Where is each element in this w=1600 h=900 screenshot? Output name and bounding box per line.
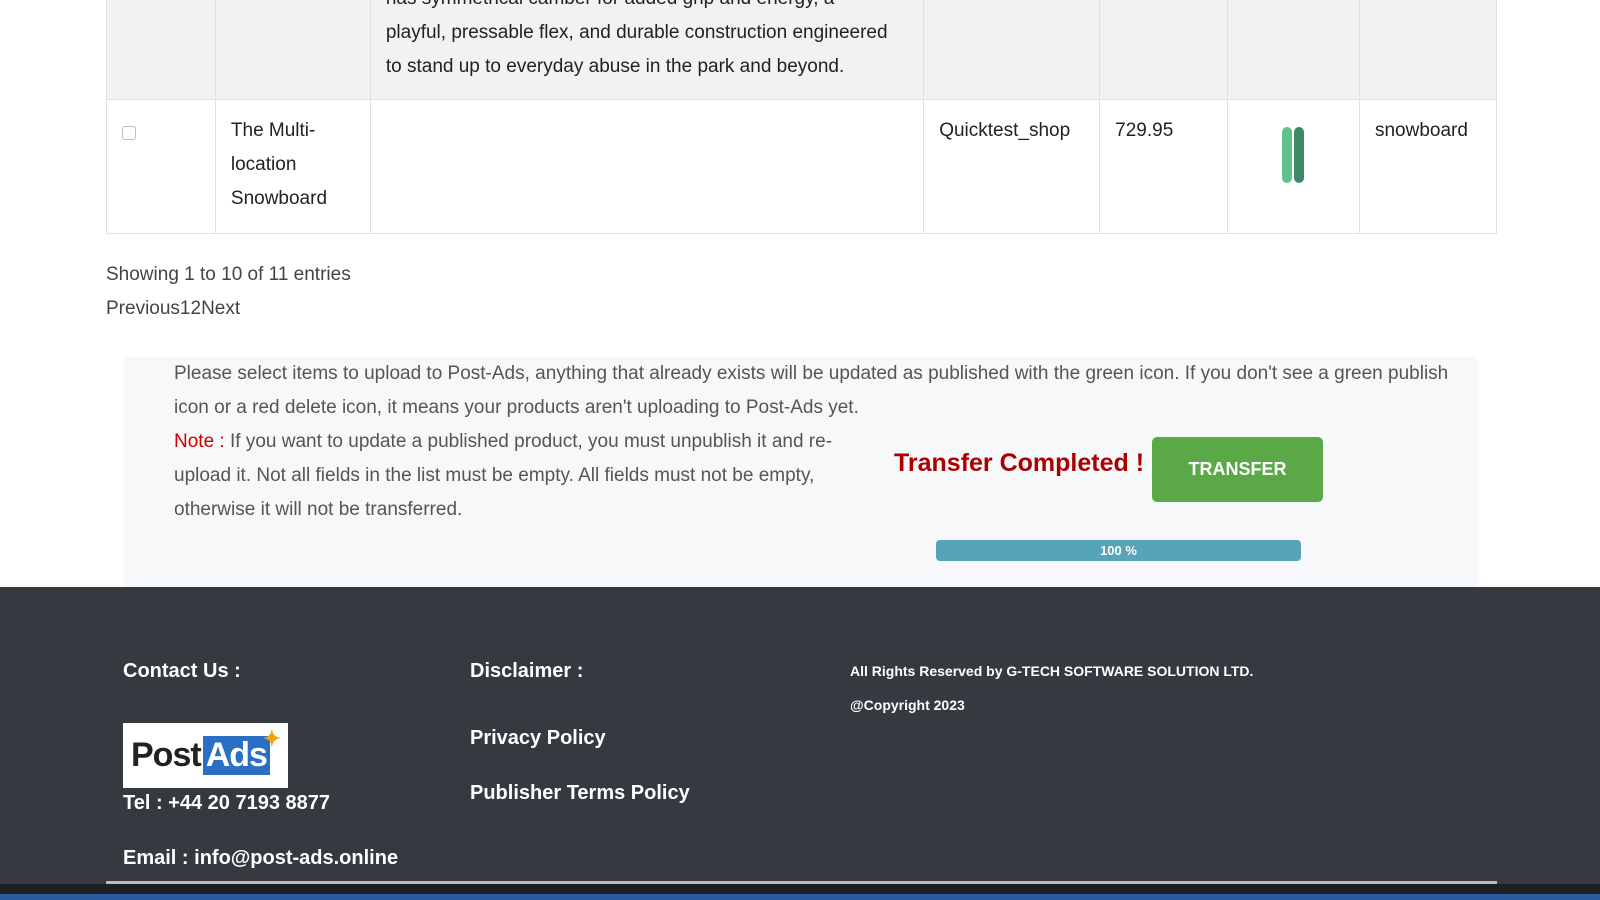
page-1-link[interactable]: 1 [180,298,191,319]
description-cell [369,99,925,234]
note-label: Note : [174,431,225,452]
image-cell [1227,99,1360,234]
postads-logo: Post Ads ✦ [123,723,288,788]
progress-fill: 100 % [936,540,1301,561]
publisher-terms-link[interactable]: Publisher Terms Policy [470,782,690,805]
products-table: has symmetrical camber for added grip an… [106,0,1498,234]
previous-link[interactable]: Previous [106,298,180,319]
privacy-policy-link[interactable]: Privacy Policy [470,727,606,750]
progress-bar: 100 % [936,540,1301,561]
transfer-button[interactable]: TRANSFER [1152,437,1323,502]
instructions-text: Please select items to upload to Post-Ad… [174,363,1449,418]
contact-heading: Contact Us : [123,660,241,682]
transfer-status: Transfer Completed ! [894,449,1145,477]
next-link[interactable]: Next [201,298,240,319]
table-row: has symmetrical camber for added grip an… [106,0,1498,100]
star-icon: ✦ [262,726,281,751]
type-cell: snowboard [1358,99,1498,234]
rights-text: All Rights Reserved by G-TECH SOFTWARE S… [850,663,1254,679]
entries-info: Showing 1 to 10 of 11 entries [106,264,351,285]
bottom-bar [0,884,1600,900]
description-cell: has symmetrical camber for added grip an… [369,0,925,100]
title-cell: The Multi- location Snowboard [214,99,371,234]
transfer-panel: Please select items to upload to Post-Ad… [124,357,1478,587]
shop-cell: Quicktest_shop [923,99,1101,234]
table-row: The Multi- location Snowboard Quicktest_… [106,99,1498,234]
page-2-link[interactable]: 2 [191,298,202,319]
price-cell: 729.95 [1099,99,1229,234]
disclaimer-heading: Disclaimer : [470,660,584,682]
note-text: Note : If you want to update a published… [174,431,833,520]
row-checkbox[interactable] [122,126,136,140]
footer: Contact Us : Post Ads ✦ Tel : +44 20 7193 … [0,587,1600,885]
pagination-area: Showing 1 to 10 of 11 entries Previous12… [106,258,351,326]
tel-text: Tel : +44 20 7193 8877 [123,792,331,814]
copyright-text: @Copyright 2023 [850,697,965,713]
email-text: Email : info@post-ads.online [123,847,399,869]
snowboard-thumbnail-icon [1281,127,1306,188]
